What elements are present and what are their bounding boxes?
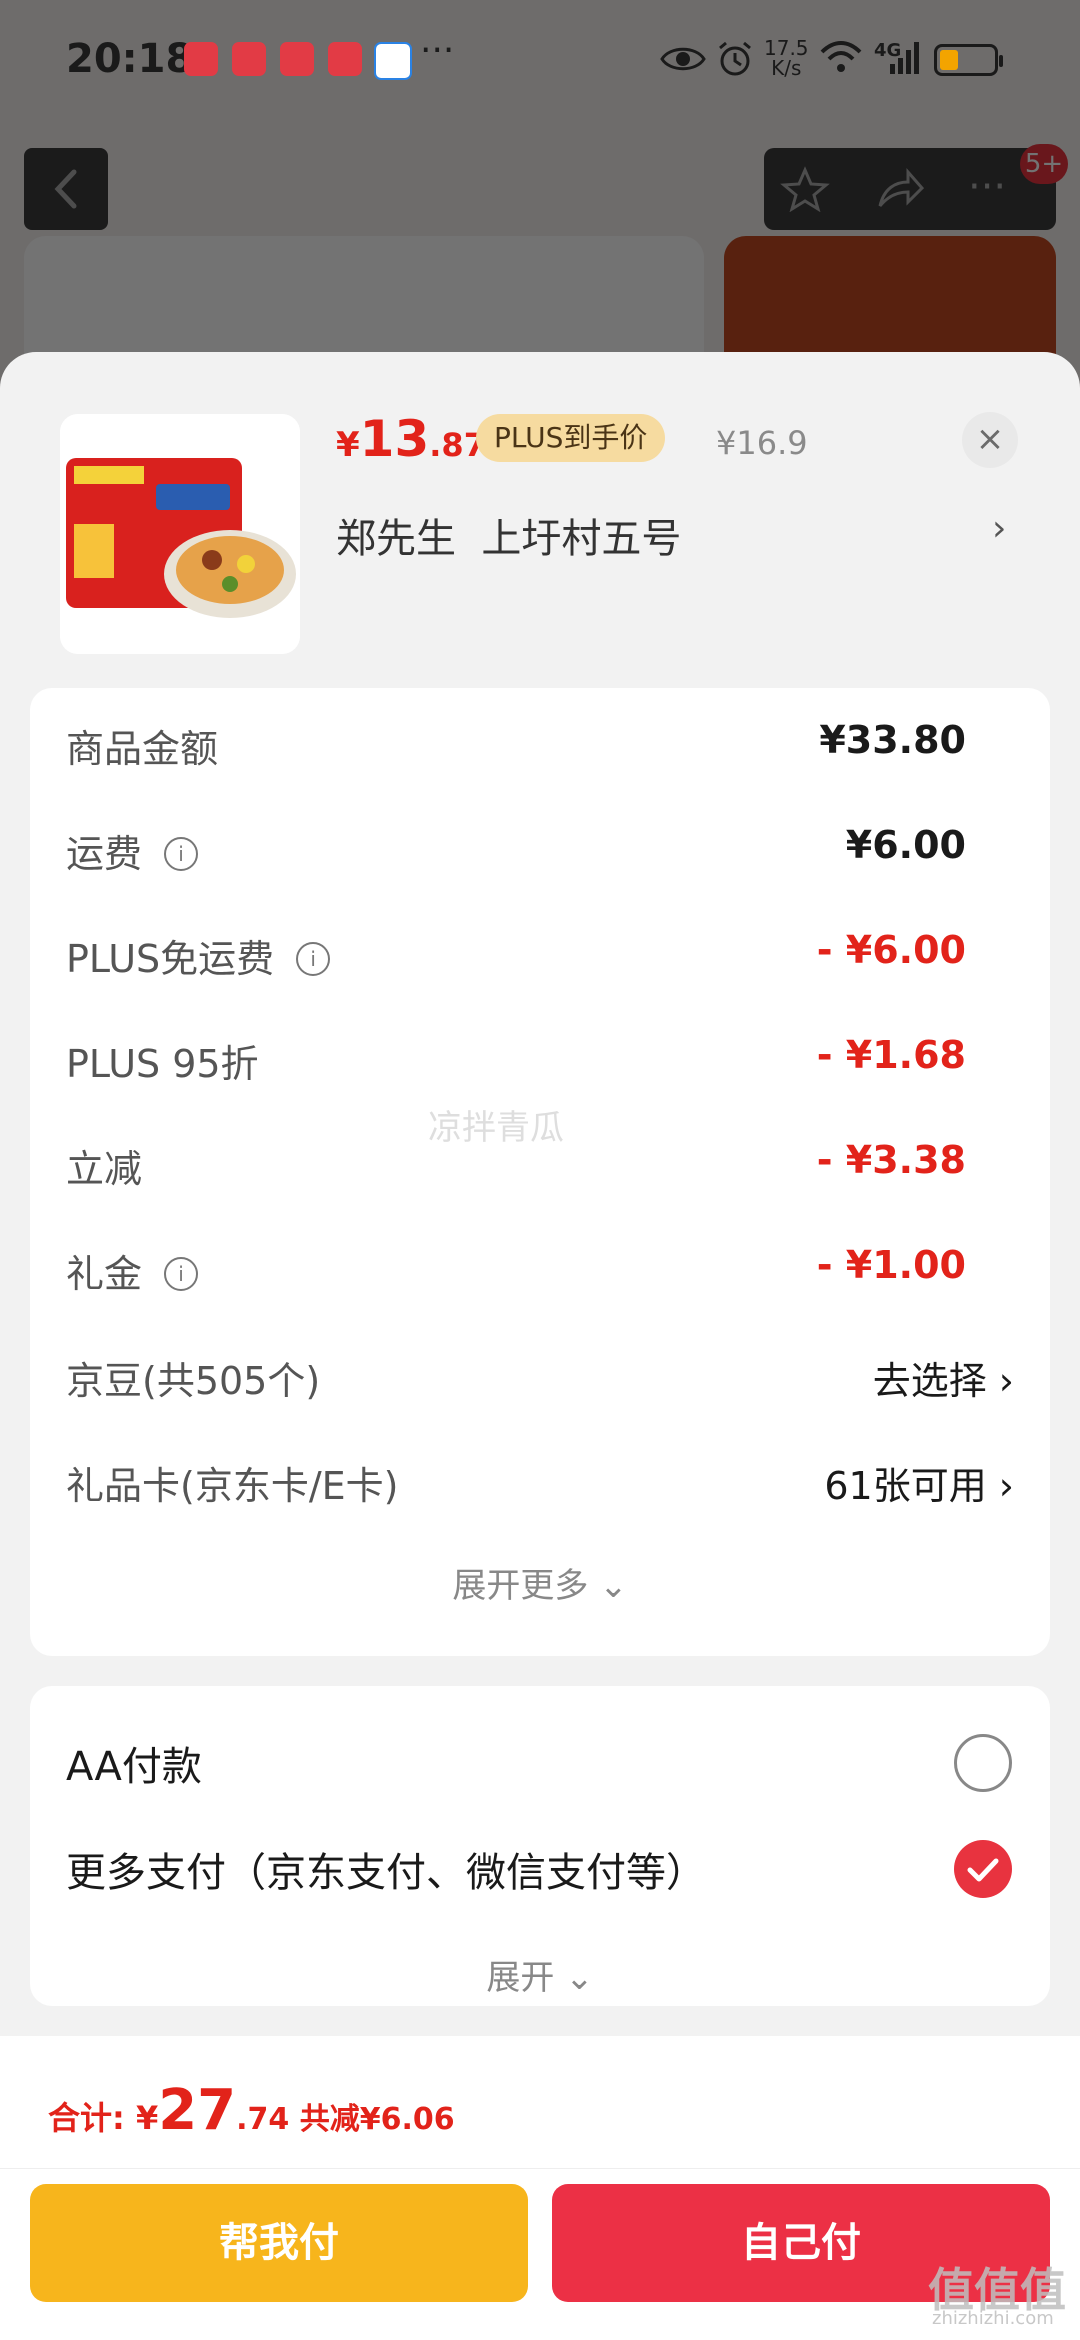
gift-card-label: 礼品卡(京东卡/E卡) bbox=[66, 1464, 399, 1508]
original-price: ¥16.9 bbox=[716, 424, 808, 462]
plus-price-tag: PLUS到手价 bbox=[476, 414, 666, 462]
more-payment-radio[interactable] bbox=[954, 1840, 1012, 1898]
fee-label: 礼金 bbox=[66, 1252, 143, 1296]
aa-payment-label[interactable]: AA付款 bbox=[66, 1734, 202, 1792]
shield-icon bbox=[374, 42, 412, 80]
app-notification-icon bbox=[232, 42, 266, 76]
expand-more-button[interactable]: 展开更多 ⌄ bbox=[0, 1558, 1080, 1607]
check-icon bbox=[967, 1858, 999, 1882]
fee-row: PLUS免运费 i - ¥6.00 bbox=[66, 928, 1014, 988]
close-button[interactable]: × bbox=[962, 412, 1018, 468]
wifi-icon bbox=[820, 41, 862, 72]
app-notification-icon bbox=[280, 42, 314, 76]
fee-value: - ¥3.38 bbox=[816, 1138, 966, 1182]
status-more-icon: ··· bbox=[420, 30, 455, 71]
fee-label: 商品金额 bbox=[66, 727, 219, 771]
noodle-package-image bbox=[60, 414, 300, 654]
site-watermark-url: zhizhizhi.com bbox=[932, 2308, 1054, 2329]
fee-label: 运费 bbox=[66, 832, 143, 876]
signal-icon bbox=[890, 42, 919, 74]
jingdou-label: 京豆(共505个) bbox=[66, 1359, 321, 1403]
info-icon[interactable]: i bbox=[164, 1256, 199, 1291]
jingdou-row[interactable]: 京豆(共505个) 去选择 › bbox=[66, 1350, 1014, 1410]
fee-label-group: 运费 i bbox=[66, 823, 199, 878]
product-price: ¥13.87 bbox=[336, 410, 486, 468]
status-time: 20:18 bbox=[66, 36, 194, 82]
price-integer: 13 bbox=[359, 410, 430, 468]
fee-label: PLUS 95折 bbox=[66, 1042, 259, 1086]
app-notification-icon bbox=[328, 42, 362, 76]
gift-card-available[interactable]: 61张可用 › bbox=[824, 1455, 1014, 1510]
fee-label-group: PLUS免运费 i bbox=[66, 928, 331, 983]
total-amount: 合计: ¥27.74 共减¥6.06 bbox=[48, 2078, 455, 2143]
help-me-pay-button[interactable]: 帮我付 bbox=[30, 2184, 528, 2302]
fee-label-group: 礼金 i bbox=[66, 1243, 199, 1298]
gift-card-row[interactable]: 礼品卡(京东卡/E卡) 61张可用 › bbox=[66, 1455, 1014, 1515]
fee-value: ¥6.00 bbox=[845, 823, 966, 867]
jingdou-select[interactable]: 去选择 › bbox=[873, 1350, 1014, 1405]
fee-label: PLUS免运费 bbox=[66, 937, 275, 981]
info-icon[interactable]: i bbox=[296, 941, 331, 976]
fee-value: - ¥1.00 bbox=[816, 1243, 966, 1287]
chevron-right-icon[interactable]: › bbox=[992, 508, 1006, 549]
expand-payment-button[interactable]: 展开 ⌄ bbox=[0, 1950, 1080, 1999]
delivery-address[interactable]: 郑先生 上圩村五号 bbox=[336, 506, 681, 564]
battery-tip bbox=[999, 55, 1003, 67]
fee-value: - ¥1.68 bbox=[816, 1033, 966, 1077]
battery-level bbox=[940, 50, 958, 70]
alarm-icon bbox=[719, 41, 751, 76]
fee-row: 礼金 i - ¥1.00 bbox=[66, 1243, 1014, 1303]
fee-label: 立减 bbox=[66, 1147, 143, 1191]
aa-payment-radio[interactable] bbox=[954, 1734, 1012, 1792]
fee-row: 运费 i ¥6.00 bbox=[66, 823, 1014, 883]
fee-row: PLUS 95折 - ¥1.68 bbox=[66, 1033, 1014, 1093]
network-speed: 17.5 K/s bbox=[764, 36, 809, 80]
total-integer: 27 bbox=[158, 2078, 237, 2143]
total-label: 合计: ¥ bbox=[48, 2099, 159, 2137]
battery-icon bbox=[934, 44, 1003, 76]
fee-value: ¥33.80 bbox=[819, 718, 966, 762]
divider bbox=[0, 2168, 1080, 2169]
fee-row: 商品金额 ¥33.80 bbox=[66, 718, 1014, 778]
watermark-text: 凉拌青瓜 bbox=[428, 1108, 564, 1148]
status-bar: 20:18 ··· 17.5 K/s 4G bbox=[0, 0, 1080, 120]
app-notification-icon bbox=[184, 42, 218, 76]
total-decimal: .74 bbox=[236, 2102, 290, 2137]
more-payment-label[interactable]: 更多支付（京东支付、微信支付等） bbox=[66, 1840, 706, 1898]
eye-icon bbox=[660, 47, 706, 71]
fee-value: - ¥6.00 bbox=[816, 928, 966, 972]
product-image bbox=[60, 414, 300, 654]
info-icon[interactable]: i bbox=[164, 836, 199, 871]
total-saved: 共减¥6.06 bbox=[289, 2102, 455, 2137]
price-currency: ¥ bbox=[336, 425, 360, 465]
